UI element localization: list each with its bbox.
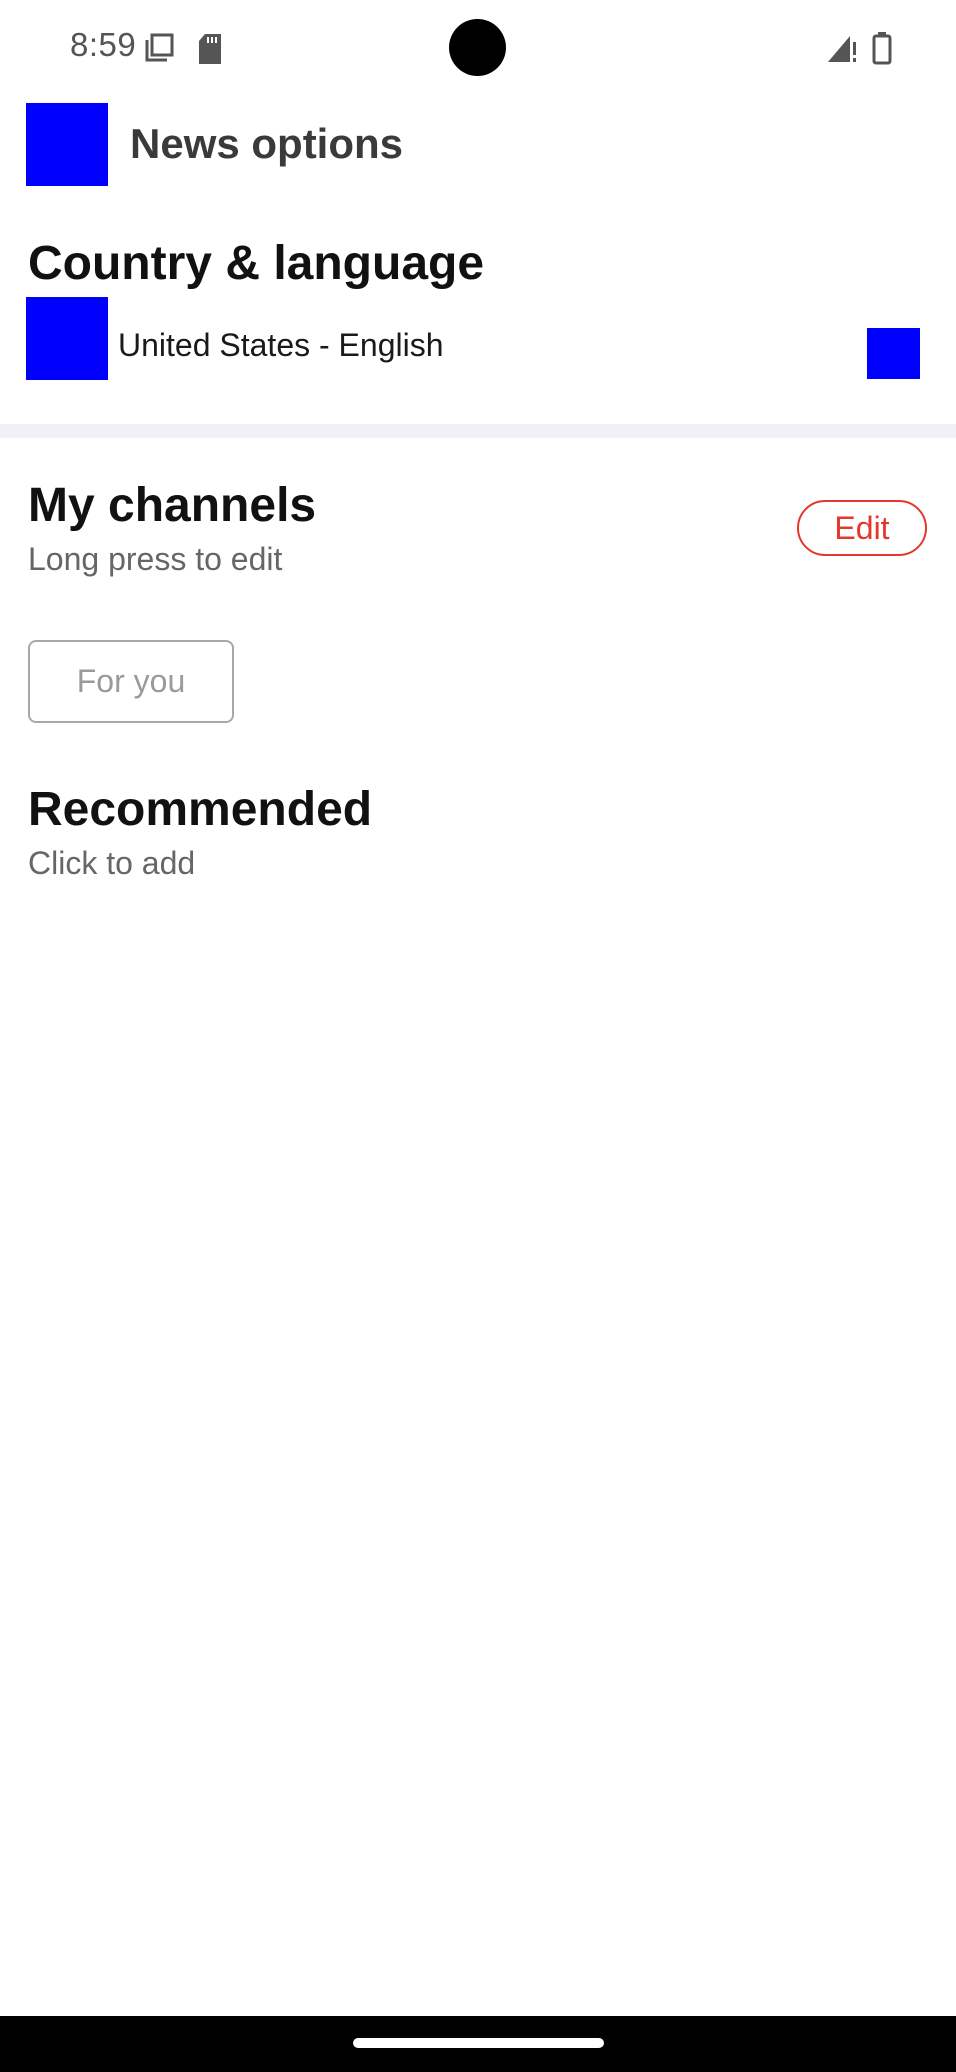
sd-card-icon: [199, 34, 221, 64]
chevron-right-icon[interactable]: [867, 328, 920, 379]
recommended-heading: Recommended: [28, 783, 373, 836]
status-bar: 8:59: [0, 0, 956, 96]
flag-icon: [26, 297, 108, 380]
back-button[interactable]: [26, 103, 108, 186]
battery-icon: [872, 32, 892, 65]
country-language-heading: Country & language: [28, 237, 485, 290]
home-gesture-handle[interactable]: [353, 2038, 604, 2048]
system-navigation-bar: [0, 2016, 956, 2072]
app-bar: News options: [0, 100, 956, 190]
page-title: News options: [130, 120, 404, 167]
signal-icon: [828, 36, 856, 62]
recommended-hint: Click to add: [28, 845, 196, 881]
section-divider: [0, 424, 956, 438]
country-language-selector[interactable]: United States - English: [0, 297, 956, 383]
country-language-value: United States - English: [118, 327, 444, 363]
front-camera: [449, 19, 506, 76]
channel-chip-for-you[interactable]: For you: [28, 640, 234, 723]
edit-button[interactable]: Edit: [797, 500, 927, 556]
my-channels-heading: My channels: [28, 479, 317, 532]
my-channels-hint: Long press to edit: [28, 541, 283, 577]
status-time: 8:59: [70, 26, 137, 63]
screenshot-icon: [145, 33, 174, 62]
